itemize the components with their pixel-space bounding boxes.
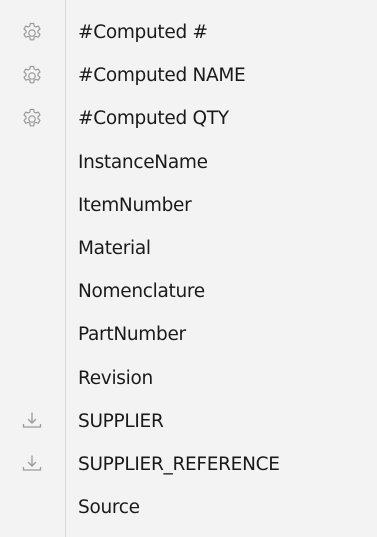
property-label: Revision: [78, 367, 153, 389]
property-row-nomenclature[interactable]: Nomenclature: [0, 270, 377, 313]
property-label: Nomenclature: [78, 281, 205, 303]
property-row-computed-number[interactable]: #Computed #: [0, 11, 377, 54]
icon-placeholder: [0, 313, 66, 356]
property-row-revision[interactable]: Revision: [0, 357, 377, 400]
property-list: #Computed # #Computed NAME #Computed QTY: [0, 11, 377, 529]
property-label: SUPPLIER_REFERENCE: [78, 453, 280, 475]
property-row-partnumber[interactable]: PartNumber: [0, 313, 377, 356]
property-label: Material: [78, 238, 151, 260]
icon-placeholder: [0, 184, 66, 227]
property-row-instancename[interactable]: InstanceName: [0, 141, 377, 184]
property-label: ItemNumber: [78, 194, 192, 216]
property-row-itemnumber[interactable]: ItemNumber: [0, 184, 377, 227]
property-label: SUPPLIER: [78, 410, 164, 432]
property-label: #Computed NAME: [78, 65, 246, 87]
icon-placeholder: [0, 357, 66, 400]
property-label: #Computed #: [78, 22, 208, 44]
property-label: #Computed QTY: [78, 108, 229, 130]
icon-placeholder: [0, 227, 66, 270]
property-row-source[interactable]: Source: [0, 486, 377, 529]
property-row-computed-name[interactable]: #Computed NAME: [0, 54, 377, 97]
gear-icon: [0, 11, 66, 54]
import-icon: [0, 400, 66, 443]
property-list-panel: #Computed # #Computed NAME #Computed QTY: [0, 0, 377, 537]
property-row-computed-qty[interactable]: #Computed QTY: [0, 97, 377, 140]
gear-icon: [0, 54, 66, 97]
property-row-supplier[interactable]: SUPPLIER: [0, 400, 377, 443]
gear-icon: [0, 97, 66, 140]
import-icon: [0, 443, 66, 486]
property-row-supplier-reference[interactable]: SUPPLIER_REFERENCE: [0, 443, 377, 486]
property-label: PartNumber: [78, 324, 186, 346]
icon-placeholder: [0, 270, 66, 313]
icon-placeholder: [0, 486, 66, 529]
icon-placeholder: [0, 141, 66, 184]
property-label: Source: [78, 497, 140, 519]
property-row-material[interactable]: Material: [0, 227, 377, 270]
property-label: InstanceName: [78, 151, 208, 173]
